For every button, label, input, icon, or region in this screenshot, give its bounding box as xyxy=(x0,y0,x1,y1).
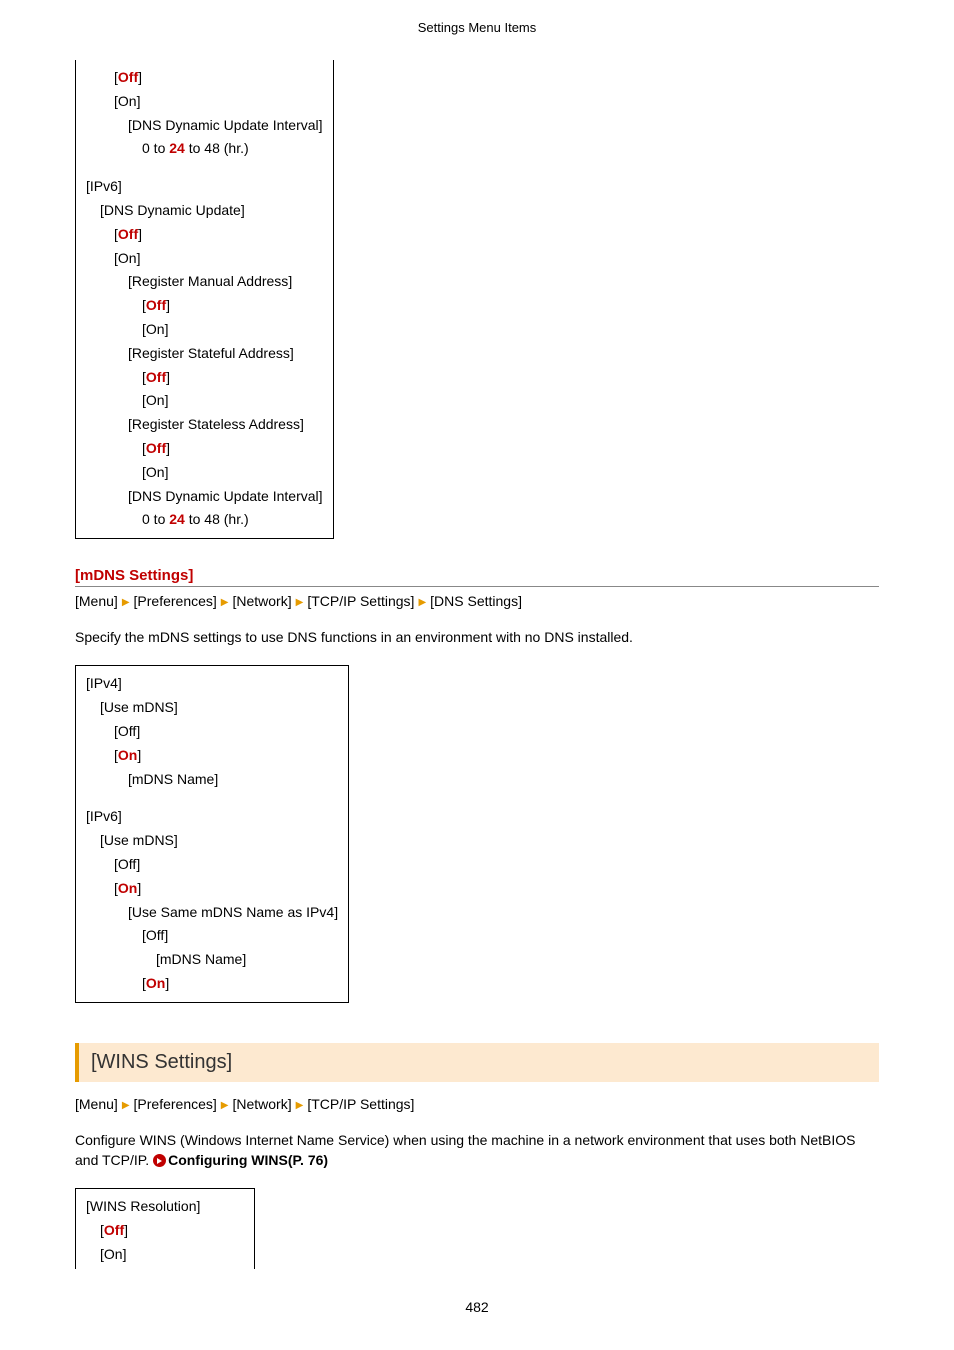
page-number: 482 xyxy=(75,1299,879,1315)
link-icon[interactable] xyxy=(153,1154,166,1167)
settings-box-wins: [WINS Resolution] [Off] [On] xyxy=(75,1188,255,1268)
mdns-description: Specify the mDNS settings to use DNS fun… xyxy=(75,627,879,647)
breadcrumb-mdns: [Menu]▶[Preferences]▶[Network]▶[TCP/IP S… xyxy=(75,593,879,609)
settings-box-mdns: [IPv4] [Use mDNS] [Off] [On] [mDNS Name]… xyxy=(75,665,349,1002)
settings-box-dns: [Off] [On] [DNS Dynamic Update Interval]… xyxy=(75,60,334,539)
wins-description: Configure WINS (Windows Internet Name Se… xyxy=(75,1130,879,1171)
breadcrumb-wins: [Menu]▶[Preferences]▶[Network]▶[TCP/IP S… xyxy=(75,1096,879,1112)
mdns-heading: [mDNS Settings] xyxy=(75,567,879,587)
wins-section-heading: [WINS Settings] xyxy=(75,1043,879,1082)
running-header: Settings Menu Items xyxy=(75,20,879,35)
wins-link[interactable]: Configuring WINS(P. 76) xyxy=(168,1152,328,1168)
